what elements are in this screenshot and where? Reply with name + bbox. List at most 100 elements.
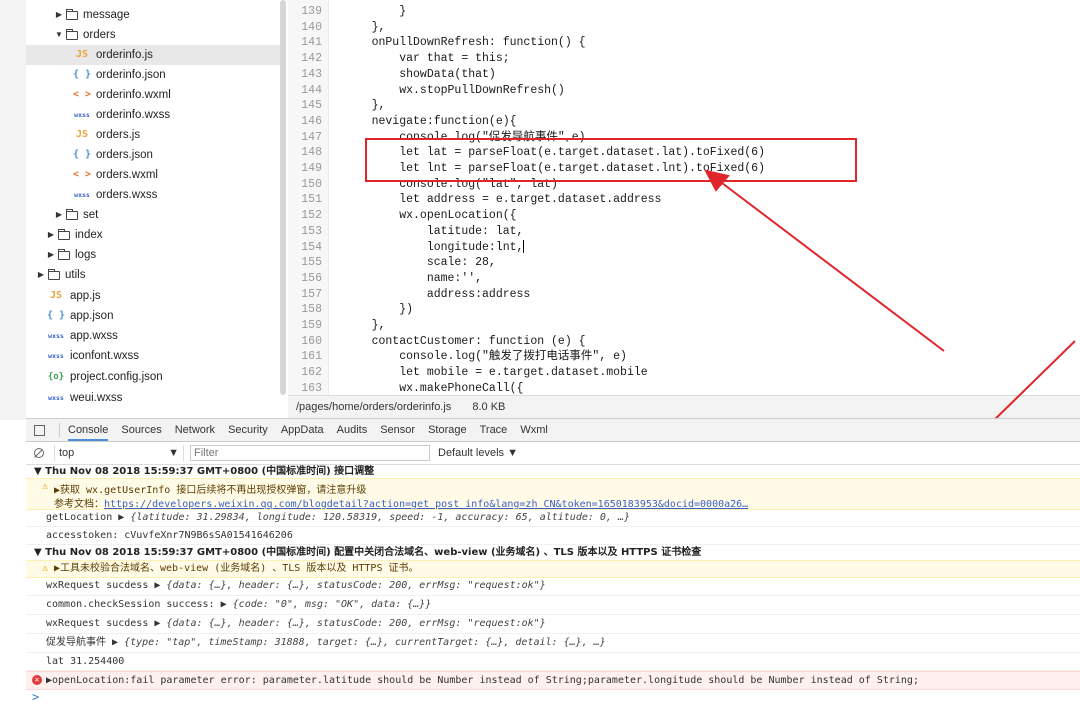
tab-security[interactable]: Security — [228, 419, 268, 441]
console-group-header[interactable]: ▼ Thu Nov 08 2018 15:59:37 GMT+0800 (中国标… — [26, 465, 1080, 479]
tree-item[interactable]: wxss app.wxss — [26, 326, 276, 346]
code-editor[interactable]: 139 140 141 142 143 144 145 146 147 148 149 150 151 1… — [288, 0, 1080, 395]
code-line[interactable]: } — [344, 4, 406, 20]
warning-icon: ⚠ — [42, 481, 49, 492]
code-line[interactable]: nevigate:function(e){ — [344, 114, 517, 130]
code-line[interactable]: onPullDownRefresh: function() { — [344, 35, 586, 51]
console-warning[interactable]: ⚠ ▶工具未校验合法域名、web-view (业务域名) 、TLS 版本以及 H… — [26, 560, 1080, 578]
folder-icon — [58, 248, 70, 260]
warning-icon: ⚠ — [42, 563, 49, 574]
tree-item[interactable]: ▶ utils — [26, 265, 276, 285]
code-line[interactable]: scale: 28, — [344, 255, 496, 271]
code-line[interactable]: address:address — [344, 287, 531, 303]
console-group-header[interactable]: ▼ Thu Nov 08 2018 15:59:37 GMT+0800 (中国标… — [26, 545, 1080, 561]
console-log-row[interactable]: wxRequest sucdess ▶ {data: {…}, header: … — [26, 577, 1080, 596]
inspect-element-icon[interactable] — [34, 424, 45, 436]
tree-item[interactable]: {o} project.config.json — [26, 367, 276, 387]
console-log-row[interactable]: getLocation ▶ {latitude: 31.29834, longi… — [26, 509, 1080, 527]
tree-item-label: orders.wxss — [96, 189, 158, 201]
tree-item[interactable]: wxss orders.wxss — [26, 185, 276, 205]
tree-item-label: utils — [65, 269, 86, 281]
tab-wxml[interactable]: Wxml — [520, 419, 548, 441]
tab-storage[interactable]: Storage — [428, 419, 467, 441]
clear-console-icon[interactable] — [34, 448, 44, 458]
line-number: 149 — [301, 162, 322, 175]
tab-console[interactable]: Console — [68, 419, 109, 441]
code-line[interactable]: var that = this; — [344, 51, 509, 67]
wxml-file-icon: < > — [72, 89, 92, 100]
code-line[interactable]: showData(that) — [344, 67, 496, 83]
tab-network[interactable]: Network — [175, 419, 215, 441]
tree-item[interactable]: JS app.js — [26, 286, 276, 306]
editor-statusbar: /pages/home/orders/orderinfo.js 8.0 KB — [288, 395, 1080, 418]
tree-scrollbar[interactable] — [280, 0, 286, 395]
line-number: 145 — [301, 99, 322, 113]
config-file-icon: {o} — [47, 372, 65, 382]
js-file-icon: JS — [49, 290, 63, 301]
code-line[interactable]: wx.openLocation({ — [344, 208, 516, 224]
console-log-row[interactable]: 促发导航事件 ▶ {type: "tap", timeStamp: 31888,… — [26, 634, 1080, 653]
tab-sensor[interactable]: Sensor — [380, 419, 415, 441]
code-line[interactable]: longitude:lnt, — [344, 239, 525, 256]
tab-sources[interactable]: Sources — [121, 419, 161, 441]
line-number: 150 — [301, 177, 322, 191]
tree-item[interactable]: ▶ message — [26, 5, 276, 25]
code-line[interactable]: let address = e.target.dataset.address — [344, 192, 661, 208]
line-number: 161 — [301, 350, 322, 364]
text-cursor — [523, 239, 525, 253]
console-log-row[interactable]: wxRequest sucdess ▶ {data: {…}, header: … — [26, 615, 1080, 634]
tree-item[interactable]: < > orders.wxml — [26, 165, 276, 185]
chevron-right-icon[interactable]: ▶ — [54, 5, 64, 25]
code-line[interactable]: }, — [344, 318, 386, 334]
console-log-row[interactable]: common.checkSession success: ▶ {code: "0… — [26, 596, 1080, 615]
tree-item[interactable]: < > orderinfo.wxml — [26, 85, 276, 105]
line-number: 155 — [301, 256, 322, 270]
tree-item[interactable]: wxss iconfont.wxss — [26, 346, 276, 366]
code-line[interactable]: wx.makePhoneCall({ — [344, 381, 523, 395]
tree-item[interactable]: ▶ logs — [26, 245, 276, 265]
code-line[interactable]: latitude: lat, — [344, 224, 524, 240]
tree-item[interactable]: ▶ index — [26, 225, 276, 245]
console-log-row: accesstoken: cVuvfeXnr7N9B6sSA0154164620… — [26, 527, 1080, 545]
tree-item-label: orders.json — [96, 149, 153, 161]
code-line[interactable]: }, — [344, 20, 386, 36]
code-line[interactable]: }) — [344, 302, 413, 318]
code-line[interactable]: wx.stopPullDownRefresh() — [344, 83, 565, 99]
tree-item[interactable]: { } orders.json — [26, 145, 276, 165]
code-line[interactable]: console.log("触发了拨打电话事件", e) — [344, 349, 627, 365]
code-line[interactable]: let mobile = e.target.dataset.mobile — [344, 365, 647, 381]
tree-item[interactable]: wxss weui.wxss — [26, 388, 276, 408]
wxss-file-icon: wxss — [74, 191, 90, 199]
code-line[interactable]: }, — [344, 98, 386, 114]
console-prompt-row[interactable]: > — [26, 689, 1080, 706]
console-filter-input[interactable] — [190, 445, 430, 461]
chevron-right-icon[interactable]: ▶ — [36, 265, 46, 285]
log-levels-dropdown[interactable]: Default levels ▼ — [438, 447, 518, 459]
tab-audits[interactable]: Audits — [337, 419, 368, 441]
folder-icon — [58, 228, 70, 240]
tree-item[interactable]: wxss orderinfo.wxss — [26, 105, 276, 125]
chevron-right-icon[interactable]: ▶ — [54, 205, 64, 225]
console-error[interactable]: ✕ ▶openLocation:fail parameter error: pa… — [26, 671, 1080, 690]
chevron-down-icon[interactable]: ▼ — [54, 25, 64, 45]
tab-trace[interactable]: Trace — [480, 419, 508, 441]
code-line[interactable]: contactCustomer: function (e) { — [344, 334, 586, 350]
line-number: 157 — [301, 287, 322, 301]
file-size: 8.0 KB — [472, 401, 506, 413]
js-file-icon: JS — [75, 49, 89, 60]
tree-item[interactable]: { } app.json — [26, 306, 276, 326]
wxss-file-icon: wxss — [48, 352, 64, 360]
console-prompt[interactable]: > — [32, 689, 39, 706]
tree-item[interactable]: JS orders.js — [26, 125, 276, 145]
tree-item[interactable]: ▶ set — [26, 205, 276, 225]
tree-item[interactable]: JS orderinfo.js — [26, 45, 281, 65]
context-select[interactable]: top ▼ — [54, 445, 184, 461]
tree-item[interactable]: { } orderinfo.json — [26, 65, 276, 85]
code-line[interactable]: name:'', — [344, 271, 482, 287]
chevron-right-icon[interactable]: ▶ — [46, 245, 56, 265]
console-warning[interactable]: ⚠ ▶获取 wx.getUserInfo 接口后续将不再出现授权弹窗，请注意升级… — [26, 478, 1080, 510]
tree-item[interactable]: ▼ orders — [26, 25, 276, 45]
wxml-file-icon: < > — [72, 169, 92, 180]
tab-appdata[interactable]: AppData — [281, 419, 324, 441]
chevron-right-icon[interactable]: ▶ — [46, 225, 56, 245]
